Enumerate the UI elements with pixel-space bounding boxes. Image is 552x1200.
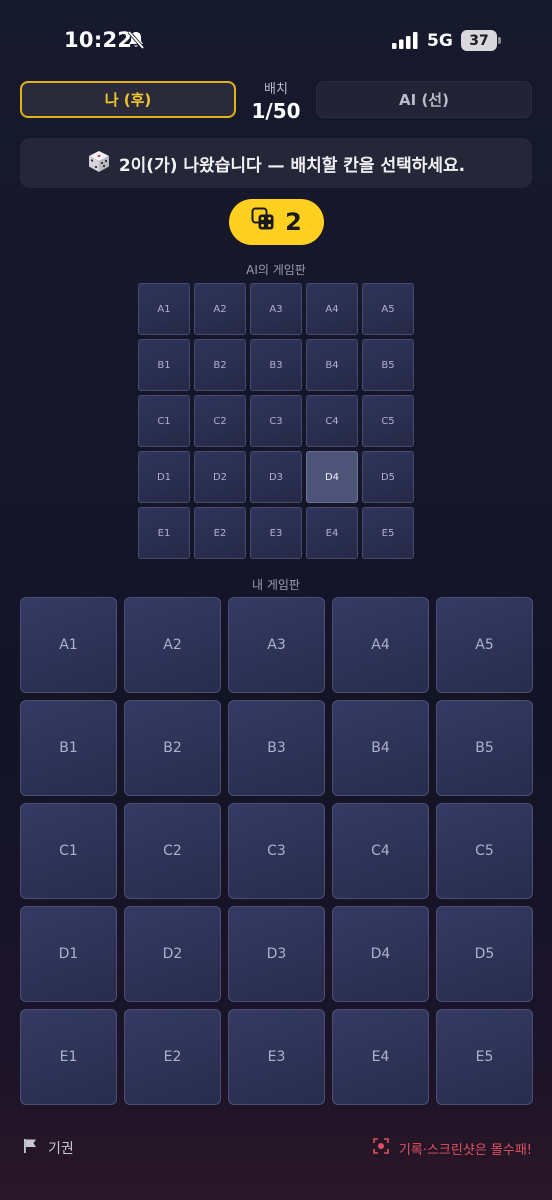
ai-board-cell-c1[interactable]: C1 xyxy=(138,395,190,447)
forfeit-button[interactable]: 기권 xyxy=(22,1138,74,1158)
forfeit-label: 기권 xyxy=(48,1141,74,1157)
ai-board-cell-e5[interactable]: E5 xyxy=(362,507,414,559)
my-board-cell-a1[interactable]: A1 xyxy=(20,597,117,693)
my-board-cell-c3[interactable]: C3 xyxy=(228,803,325,899)
warning-text: 기록·스크린샷은 몰수패! xyxy=(398,1142,532,1158)
ai-board: A1 A2 A3 A4 A5 B1 B2 B3 B4 B5 C1 C2 C3 C4 C5 D1 D2 D3 D4 D5… xyxy=(138,283,414,559)
ai-board-cell-e2[interactable]: E2 xyxy=(194,507,246,559)
my-board-cell-a3[interactable]: A3 xyxy=(228,597,325,693)
dice-value: 2 xyxy=(285,208,302,236)
my-board-cell-d4[interactable]: D4 xyxy=(332,906,429,1002)
my-board-cell-a4[interactable]: A4 xyxy=(332,597,429,693)
bell-slash-icon xyxy=(126,30,146,54)
my-board-cell-e1[interactable]: E1 xyxy=(20,1009,117,1105)
ai-board-cell-a2[interactable]: A2 xyxy=(194,283,246,335)
my-board-cell-d3[interactable]: D3 xyxy=(228,906,325,1002)
ai-board-cell-c4[interactable]: C4 xyxy=(306,395,358,447)
ai-board-cell-b3[interactable]: B3 xyxy=(250,339,302,391)
my-board-cell-e2[interactable]: E2 xyxy=(124,1009,221,1105)
signal-icon xyxy=(392,32,420,53)
my-board-cell-c5[interactable]: C5 xyxy=(436,803,533,899)
my-board-cell-d2[interactable]: D2 xyxy=(124,906,221,1002)
battery-tip xyxy=(498,37,501,44)
my-board-cell-b1[interactable]: B1 xyxy=(20,700,117,796)
ai-board-cell-d5[interactable]: D5 xyxy=(362,451,414,503)
my-board-cell-c4[interactable]: C4 xyxy=(332,803,429,899)
my-board-cell-c1[interactable]: C1 xyxy=(20,803,117,899)
ai-board-cell-b5[interactable]: B5 xyxy=(362,339,414,391)
ai-board-cell-d2[interactable]: D2 xyxy=(194,451,246,503)
my-board-cell-b5[interactable]: B5 xyxy=(436,700,533,796)
ai-board-cell-b4[interactable]: B4 xyxy=(306,339,358,391)
flag-icon xyxy=(22,1138,38,1158)
battery-level: 37 xyxy=(461,30,497,51)
dice-icon xyxy=(251,207,275,237)
my-board-cell-a2[interactable]: A2 xyxy=(124,597,221,693)
message-text: 2이(가) 나왔습니다 — 배치할 칸을 선택하세요. xyxy=(118,155,466,176)
ai-board-cell-a5[interactable]: A5 xyxy=(362,283,414,335)
my-board-cell-b4[interactable]: B4 xyxy=(332,700,429,796)
my-board-cell-a5[interactable]: A5 xyxy=(436,597,533,693)
my-board-label: 내 게임판 xyxy=(252,578,300,592)
ai-board-cell-e1[interactable]: E1 xyxy=(138,507,190,559)
my-board-cell-c2[interactable]: C2 xyxy=(124,803,221,899)
my-board-cell-e4[interactable]: E4 xyxy=(332,1009,429,1105)
ai-board-label: AI의 게임판 xyxy=(246,263,306,277)
status-time: 10:22 xyxy=(64,28,133,52)
recording-warning: 기록·스크린샷은 몰수패! xyxy=(373,1138,532,1158)
ai-board-cell-c3[interactable]: C3 xyxy=(250,395,302,447)
network-type: 5G xyxy=(427,31,453,51)
my-board-cell-d1[interactable]: D1 xyxy=(20,906,117,1002)
ai-board-cell-b1[interactable]: B1 xyxy=(138,339,190,391)
dice-emoji-icon xyxy=(87,149,111,178)
ai-board-cell-a1[interactable]: A1 xyxy=(138,283,190,335)
player-me-chip: 나 (후) xyxy=(20,81,236,118)
placement-value: 1/50 xyxy=(251,99,301,123)
dice-result: 2 xyxy=(229,199,324,245)
my-board-cell-e5[interactable]: E5 xyxy=(436,1009,533,1105)
placement-label: 배치 xyxy=(264,82,288,97)
ai-board-cell-a3[interactable]: A3 xyxy=(250,283,302,335)
ai-board-cell-c2[interactable]: C2 xyxy=(194,395,246,447)
my-board-cell-b3[interactable]: B3 xyxy=(228,700,325,796)
message-bar: 2이(가) 나왔습니다 — 배치할 칸을 선택하세요. xyxy=(20,138,532,188)
placement-counter: 배치 1/50 xyxy=(236,78,316,123)
ai-board-cell-d1[interactable]: D1 xyxy=(138,451,190,503)
my-board-cell-e3[interactable]: E3 xyxy=(228,1009,325,1105)
my-board-cell-b2[interactable]: B2 xyxy=(124,700,221,796)
my-board: A1 A2 A3 A4 A5 B1 B2 B3 B4 B5 C1 C2 C3 C4 C5 D1 D2 D3 D4 D5… xyxy=(20,597,533,1105)
my-board-cell-d5[interactable]: D5 xyxy=(436,906,533,1002)
ai-board-cell-c5[interactable]: C5 xyxy=(362,395,414,447)
screen-record-icon xyxy=(373,1138,389,1158)
ai-board-cell-d3[interactable]: D3 xyxy=(250,451,302,503)
ai-board-cell-b2[interactable]: B2 xyxy=(194,339,246,391)
ai-board-cell-e4[interactable]: E4 xyxy=(306,507,358,559)
ai-board-cell-e3[interactable]: E3 xyxy=(250,507,302,559)
status-bar: 10:22 5G 37 xyxy=(0,0,552,80)
ai-board-cell-d4[interactable]: D4 xyxy=(306,451,358,503)
ai-board-cell-a4[interactable]: A4 xyxy=(306,283,358,335)
player-ai-chip: AI (선) xyxy=(316,81,532,118)
